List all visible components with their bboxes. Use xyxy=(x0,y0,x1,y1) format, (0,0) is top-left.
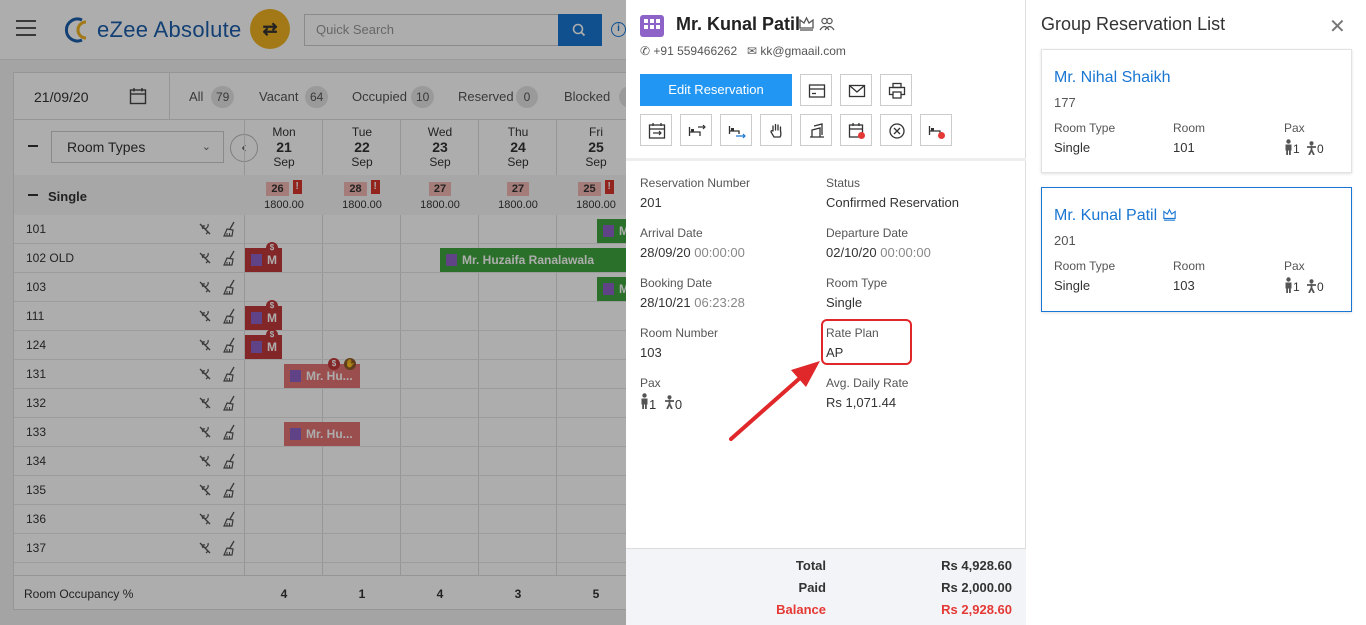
luggage-icon xyxy=(810,123,824,138)
cancel-reservation-button[interactable] xyxy=(880,114,912,146)
edit-reservation-button[interactable]: Edit Reservation xyxy=(640,74,792,106)
group-card-pax: 1 0 xyxy=(1284,277,1324,294)
close-icon[interactable]: ✕ xyxy=(1329,17,1346,37)
hold-button[interactable] xyxy=(760,114,792,146)
highlight-box xyxy=(821,319,912,365)
balance-label: Balance xyxy=(776,602,826,617)
amend-stay-button[interactable] xyxy=(640,114,672,146)
total-label: Total xyxy=(795,558,826,573)
reservation-panel: Mr. Kunal Patil ✆ +91 559466262 ✉ kk@gma… xyxy=(626,0,1026,625)
room-number: 103 xyxy=(640,345,662,360)
vip-crown-icon xyxy=(1162,208,1176,221)
group-card-name[interactable]: Mr. Kunal Patil xyxy=(1054,207,1177,225)
email-button[interactable] xyxy=(840,74,872,106)
guest-phone: ✆ +91 559466262 xyxy=(640,44,737,58)
reservation-status: Confirmed Reservation xyxy=(826,195,959,210)
field-label: Departure Date xyxy=(826,226,909,240)
group-title: Group Reservation List xyxy=(1041,14,1226,34)
no-show-button[interactable] xyxy=(840,114,872,146)
avg-daily-rate: Rs 1,071.44 xyxy=(826,395,897,410)
group-card-room: 101 xyxy=(1173,140,1195,155)
vip-crown-icon xyxy=(799,16,814,31)
print-button[interactable] xyxy=(880,74,912,106)
room-type: Single xyxy=(826,295,863,310)
balance-value: Rs 2,928.60 xyxy=(941,602,1012,617)
child-icon xyxy=(1307,279,1317,294)
swap-room-button[interactable] xyxy=(720,114,752,146)
totals-footer: Total Rs 4,928.60 Paid Rs 2,000.00 Balan… xyxy=(626,548,1026,625)
calendar-edit-icon xyxy=(648,123,666,139)
modal-overlay[interactable] xyxy=(0,0,626,625)
hand-icon xyxy=(770,123,782,138)
hotel-icon xyxy=(640,15,664,37)
field-label: Status xyxy=(826,176,861,190)
field-label: Arrival Date xyxy=(640,226,703,240)
adult-icon xyxy=(641,393,648,409)
field-label: Room Number xyxy=(640,326,719,340)
void-button[interactable] xyxy=(920,114,952,146)
card-icon xyxy=(808,84,826,98)
calendar-cancel-icon xyxy=(848,123,865,139)
reservation-number: 201 xyxy=(640,195,662,210)
group-card[interactable]: Mr. Nihal Shaikh 177 Room Type Single Ro… xyxy=(1041,49,1352,173)
departure-date: 02/10/20 00:00:00 xyxy=(826,245,931,260)
folio-button[interactable] xyxy=(800,74,832,106)
phone-icon: ✆ xyxy=(640,44,654,58)
group-icon xyxy=(819,17,835,31)
booking-date: 28/10/21 06:23:28 xyxy=(640,295,745,310)
group-card-label: Room Type xyxy=(1054,259,1116,273)
group-card-label: Room Type xyxy=(1054,121,1116,135)
group-card-label: Pax xyxy=(1284,121,1305,135)
group-card-name[interactable]: Mr. Nihal Shaikh xyxy=(1054,69,1171,87)
guest-name: Mr. Kunal Patil xyxy=(676,14,801,34)
group-card-label: Room xyxy=(1173,259,1206,273)
group-card-number: 201 xyxy=(1054,233,1076,248)
field-label: Room Type xyxy=(826,276,888,290)
child-icon xyxy=(1307,141,1317,156)
checkin-button[interactable] xyxy=(800,114,832,146)
total-value: Rs 4,928.60 xyxy=(941,558,1012,573)
group-card-room-type: Single xyxy=(1054,140,1091,155)
guest-email: ✉ kk@gmaail.com xyxy=(747,44,846,58)
email-text: kk@gmaail.com xyxy=(760,44,846,58)
paid-label: Paid xyxy=(798,580,826,595)
room-move-button[interactable] xyxy=(680,114,712,146)
arrival-date: 28/09/20 00:00:00 xyxy=(640,245,745,260)
bed-cancel-icon xyxy=(928,126,945,139)
bed-move-icon xyxy=(688,124,706,136)
printer-icon xyxy=(888,82,906,99)
pax-count: 1 0 xyxy=(640,393,682,412)
mail-icon xyxy=(848,84,866,98)
group-card-room: 103 xyxy=(1173,278,1195,293)
bed-swap-icon xyxy=(728,126,746,139)
child-icon xyxy=(664,395,674,410)
group-card-label: Pax xyxy=(1284,259,1305,273)
group-card-selected[interactable]: Mr. Kunal Patil 201 Room Type Single Roo… xyxy=(1041,187,1352,312)
paid-value: Rs 2,000.00 xyxy=(941,580,1012,595)
phone-text: +91 559466262 xyxy=(653,44,738,58)
group-card-label: Room xyxy=(1173,121,1206,135)
adult-icon xyxy=(1285,277,1292,293)
mail-icon: ✉ xyxy=(747,44,761,58)
field-label: Avg. Daily Rate xyxy=(826,376,909,390)
group-reservation-panel: Group Reservation List ✕ Mr. Nihal Shaik… xyxy=(1026,0,1366,625)
field-label: Pax xyxy=(640,376,661,390)
cancel-circle-icon xyxy=(889,123,905,139)
group-card-room-type: Single xyxy=(1054,278,1091,293)
group-card-number: 177 xyxy=(1054,95,1076,110)
adult-icon xyxy=(1285,139,1292,155)
group-card-pax: 1 0 xyxy=(1284,139,1324,156)
field-label: Reservation Number xyxy=(640,176,751,190)
field-label: Booking Date xyxy=(640,276,713,290)
